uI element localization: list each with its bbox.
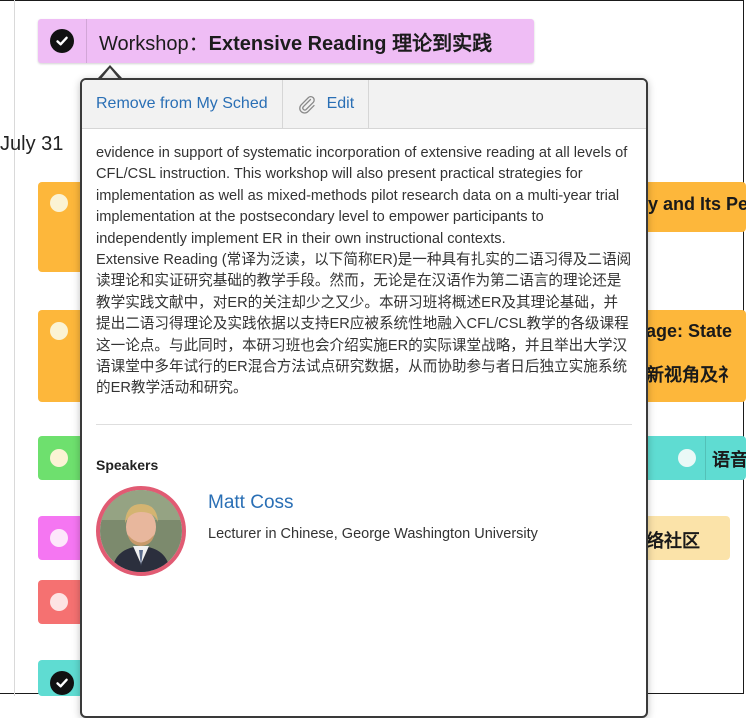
session-title-rest: Extensive Reading 理论到实践	[208, 32, 493, 55]
avatar[interactable]	[96, 486, 186, 577]
paperclip-icon	[298, 96, 315, 114]
checkmark-icon	[50, 29, 74, 53]
session-dot	[50, 449, 68, 467]
edit-button[interactable]: Edit	[283, 80, 370, 128]
speaker-photo	[100, 490, 182, 573]
chip-divider	[705, 436, 706, 480]
remove-from-sched-button[interactable]: Remove from My Sched	[82, 80, 283, 128]
session-dot	[50, 593, 68, 611]
session-dot	[50, 194, 68, 212]
selected-toggle[interactable]	[38, 19, 87, 63]
selected-session-chip[interactable]: Workshop：Extensive Reading 理论到实践	[38, 19, 534, 63]
schedule-gridline	[14, 0, 15, 696]
session-dot	[678, 449, 696, 467]
speakers-heading: Speakers	[96, 456, 159, 473]
remove-from-sched-label: Remove from My Sched	[96, 95, 268, 112]
checkmark-icon	[50, 671, 74, 695]
session-title-partial: y and Its Pe	[648, 194, 746, 214]
speaker-info: Matt Coss Lecturer in Chinese, George Wa…	[208, 486, 538, 576]
popover-body: evidence in support of systematic incorp…	[82, 129, 646, 577]
speaker-name-link[interactable]: Matt Coss	[208, 492, 538, 513]
session-title: Workshop：Extensive Reading 理论到实践	[87, 27, 492, 56]
session-dot	[50, 322, 68, 340]
session-title-partial: 络社区	[646, 531, 700, 551]
speaker-role: Lecturer in Chinese, George Washington U…	[208, 525, 538, 542]
description-chinese: Extensive Reading (常译为泛读，以下简称ER)是一种具有扎实的…	[96, 252, 632, 397]
date-label: July 31	[0, 133, 64, 155]
popover-toolbar: Remove from My Sched Edit	[82, 80, 646, 129]
session-title-partial: 语音2	[712, 450, 746, 470]
session-dot	[50, 529, 68, 547]
speaker-card: Matt Coss Lecturer in Chinese, George Wa…	[96, 486, 632, 577]
session-title-partial: 新视角及礻	[646, 365, 736, 385]
divider	[96, 423, 632, 425]
session-title-prefix: Workshop：	[99, 32, 209, 55]
edit-label: Edit	[326, 95, 355, 112]
description-english: evidence in support of systematic incorp…	[96, 145, 628, 247]
session-title-partial: age: State	[646, 321, 733, 341]
session-popover: Remove from My Sched Edit evidence in su…	[80, 78, 648, 718]
